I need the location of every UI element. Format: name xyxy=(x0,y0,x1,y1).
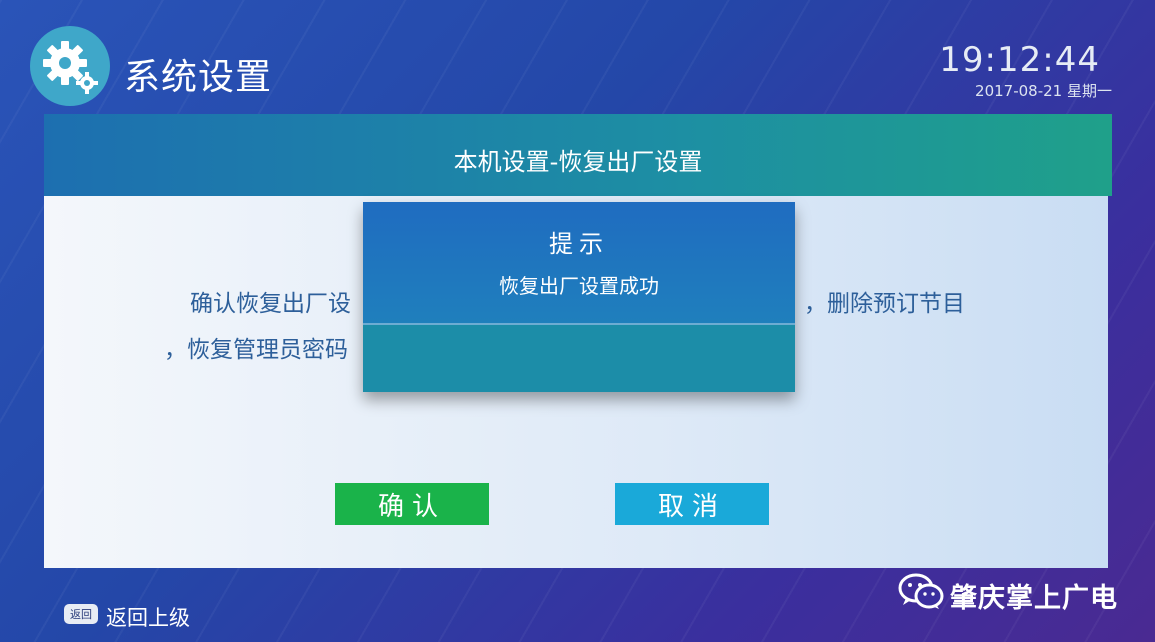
dialog-title: 提示 xyxy=(549,230,609,258)
tv-screen: 系统设置 19:12:44 2017-08-21 星期一 本机设置-恢复出厂设置… xyxy=(0,0,1155,642)
confirm-message-line1: 确认恢复出厂设 xyxy=(190,291,351,317)
clock-time: 19:12:44 xyxy=(939,40,1100,80)
confirm-message-line1-end: ，删除预订节目 xyxy=(804,291,965,317)
watermark-text: 肇庆掌上广电 xyxy=(950,583,1118,614)
prompt-dialog: 提示 恢复出厂设置成功 xyxy=(363,202,795,392)
page-title: 系统设置 xyxy=(124,57,273,98)
dialog-message: 恢复出厂设置成功 xyxy=(499,274,659,298)
wechat-icon xyxy=(898,573,944,615)
back-label[interactable]: 返回上级 xyxy=(106,602,190,632)
clock-date: 2017-08-21 星期一 xyxy=(975,82,1112,100)
panel-header: 本机设置-恢复出厂设置 xyxy=(44,114,1112,196)
dialog-divider xyxy=(363,323,795,325)
confirm-button[interactable]: 确认 xyxy=(335,483,489,525)
confirm-message-line2: ，恢复管理员密码 xyxy=(164,337,348,363)
cancel-button[interactable]: 取消 xyxy=(615,483,769,525)
panel-title: 本机设置-恢复出厂设置 xyxy=(453,148,703,176)
gear-icon xyxy=(30,26,110,106)
back-key-icon: 返回 xyxy=(64,604,98,624)
dialog-footer xyxy=(363,325,795,392)
